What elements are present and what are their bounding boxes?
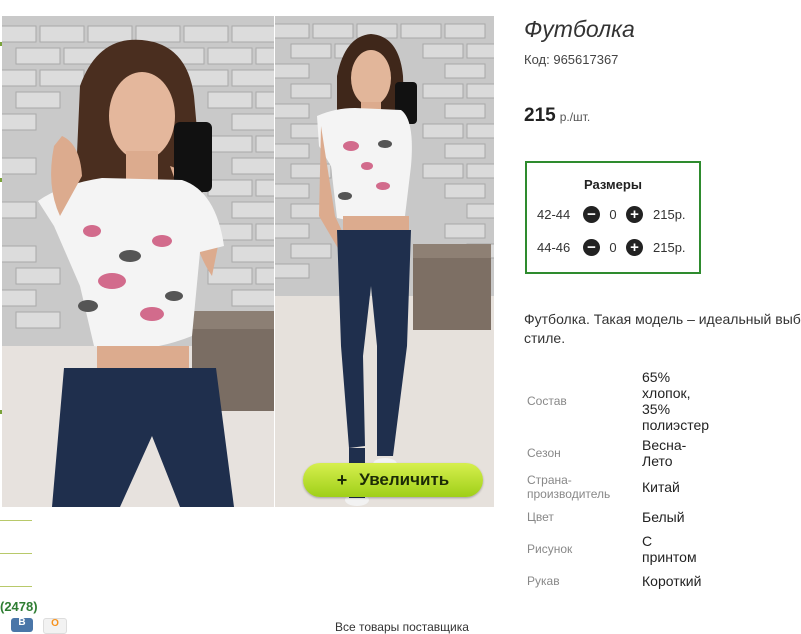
value-line: Лето [642,453,673,469]
edge-link-line[interactable] [0,553,32,554]
value-line: хлопок, [642,385,691,401]
value-line: С [642,533,653,549]
product-code: Код: 965617367 [524,52,618,67]
price-value: 215 [524,105,556,126]
size-row: 44-46 − 0 + 215р. [537,237,686,257]
product-description: Футболка. Такая модель – идеальный выб с… [524,310,801,348]
description-line: Футболка. Такая модель – идеальный выб [524,311,801,327]
vk-icon[interactable]: В [11,617,33,632]
zoom-button[interactable]: + Увеличить [303,463,483,497]
plus-icon[interactable]: + [626,205,643,223]
value-line: Белый [642,509,685,525]
property-value: 65% хлопок, 35% полиэстер [642,369,709,433]
size-label: 42-44 [537,206,571,222]
value-line: принтом [642,549,697,565]
product-price: 215 р./шт. [524,105,590,127]
label-line: Страна- [527,473,572,487]
label-line: производитель [527,487,611,501]
sizes-panel: Размеры 42-44 − 0 + 215р. 44-46 − 0 + 21… [525,161,701,274]
property-value: Белый [642,509,685,525]
value-line: полиэстер [642,417,710,433]
property-label: Рисунок [527,542,573,556]
product-code-value: 965617367 [553,52,619,67]
value-line: 65% [642,369,671,385]
property-label: Сезон [527,446,561,460]
property-value: Китай [642,479,680,495]
product-photo-main[interactable] [2,16,274,507]
value-line: Короткий [642,573,702,589]
property-value: Весна- Лето [642,437,686,469]
size-quantity[interactable]: 0 [600,207,626,222]
plus-icon[interactable]: + [626,238,643,256]
property-value: С принтом [642,533,697,565]
ok-glyph: О [51,618,59,629]
plus-icon: + [336,469,348,490]
product-code-label: Код: [524,52,550,67]
size-label: 44-46 [537,239,571,255]
description-line: стиле. [524,330,566,346]
minus-icon[interactable]: − [583,238,600,256]
property-label: Страна- производитель [527,473,610,501]
value-line: 35% [642,401,671,417]
size-row: 42-44 − 0 + 215р. [537,204,686,224]
zoom-button-label: Увеличить [359,470,450,489]
property-label: Рукав [527,574,560,588]
product-photo-secondary[interactable] [275,16,494,507]
price-unit: р./шт. [559,110,591,124]
minus-icon[interactable]: − [583,205,600,223]
size-price: 215р. [653,206,686,222]
edge-link-line[interactable] [0,520,32,521]
supplier-link[interactable]: Все товары поставщика [335,620,469,634]
property-label: Цвет [527,510,554,524]
sizes-heading: Размеры [584,177,642,192]
value-line: Весна- [642,437,687,453]
property-value: Короткий [642,573,701,589]
value-line: Китай [642,479,680,495]
items-count[interactable]: (2478) [0,599,38,614]
property-label: Состав [527,394,567,408]
size-price: 215р. [653,239,686,255]
size-quantity[interactable]: 0 [600,240,626,255]
edge-link-line[interactable] [0,586,32,587]
product-title: Футболка [524,16,635,42]
odnoklassniki-icon[interactable]: О [43,618,67,634]
vk-glyph: В [18,617,26,628]
